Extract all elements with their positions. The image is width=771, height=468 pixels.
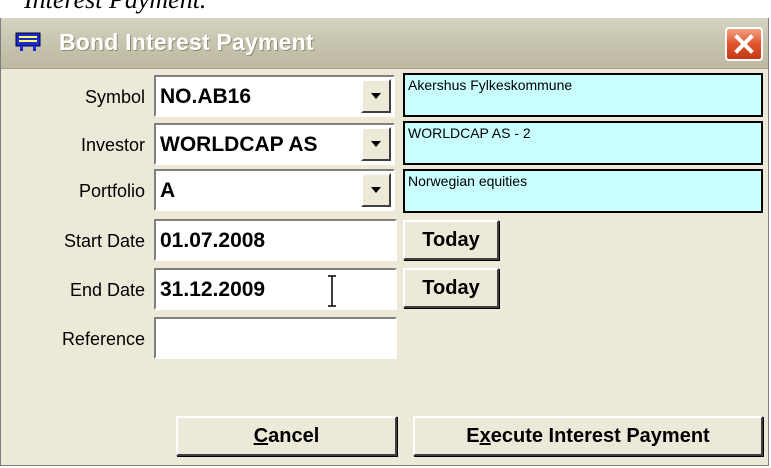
reference-field[interactable] (154, 317, 397, 359)
symbol-dropdown-button[interactable] (361, 79, 391, 113)
investor-description: WORLDCAP AS - 2 (408, 125, 531, 141)
end-date-field[interactable]: 31.12.2009 (154, 268, 397, 310)
start-date-today-button[interactable]: Today (403, 220, 499, 260)
end-date-value: 31.12.2009 (160, 278, 266, 301)
dropdown-arrow-icon (371, 187, 381, 193)
start-date-value: 01.07.2008 (160, 229, 266, 252)
document-caption: Interest Payment. (24, 0, 206, 13)
symbol-value: NO.AB16 (160, 85, 252, 108)
execute-label-post: ecute Interest Payment (490, 424, 710, 447)
text-cursor-icon (328, 275, 336, 307)
reference-label: Reference (61, 329, 145, 349)
portfolio-description-box: Norwegian equities (403, 169, 763, 213)
symbol-combobox[interactable]: NO.AB16 (154, 75, 395, 117)
symbol-description: Akershus Fylkeskommune (408, 77, 573, 93)
investor-description-box: WORLDCAP AS - 2 (403, 121, 763, 165)
execute-interest-payment-button[interactable]: Ex ecute Interest Payment (413, 416, 763, 456)
portfolio-description: Norwegian equities (408, 173, 528, 189)
portfolio-value: A (160, 179, 176, 202)
portfolio-combobox[interactable]: A (154, 169, 395, 211)
investor-label: Investor (80, 135, 145, 155)
start-date-field[interactable]: 01.07.2008 (154, 219, 397, 261)
symbol-label: Symbol (84, 87, 145, 107)
close-icon (734, 34, 754, 54)
title-bar[interactable]: Bond Interest Payment (1, 18, 768, 69)
investor-value: WORLDCAP AS (160, 133, 318, 156)
dropdown-arrow-icon (371, 141, 381, 147)
end-date-label: End Date (69, 280, 145, 300)
end-date-today-button[interactable]: Today (403, 268, 499, 308)
execute-label-pre: E (466, 424, 480, 447)
window-app-icon (15, 32, 41, 51)
symbol-description-box: Akershus Fylkeskommune (403, 73, 763, 117)
dialog-window: Bond Interest Payment Symbol NO.AB16 Ake… (0, 18, 769, 466)
investor-combobox[interactable]: WORLDCAP AS (154, 123, 395, 165)
cancel-label-post: ancel (268, 424, 320, 447)
start-date-label: Start Date (63, 231, 145, 251)
cancel-button[interactable]: Cancel (176, 416, 397, 456)
window-title: Bond Interest Payment (59, 29, 314, 55)
execute-mnemonic: x (479, 424, 491, 447)
dropdown-arrow-icon (371, 93, 381, 99)
close-button[interactable] (725, 27, 763, 61)
investor-dropdown-button[interactable] (361, 127, 391, 161)
portfolio-label: Portfolio (78, 181, 145, 201)
portfolio-dropdown-button[interactable] (361, 173, 391, 207)
cancel-mnemonic: C (253, 424, 269, 447)
